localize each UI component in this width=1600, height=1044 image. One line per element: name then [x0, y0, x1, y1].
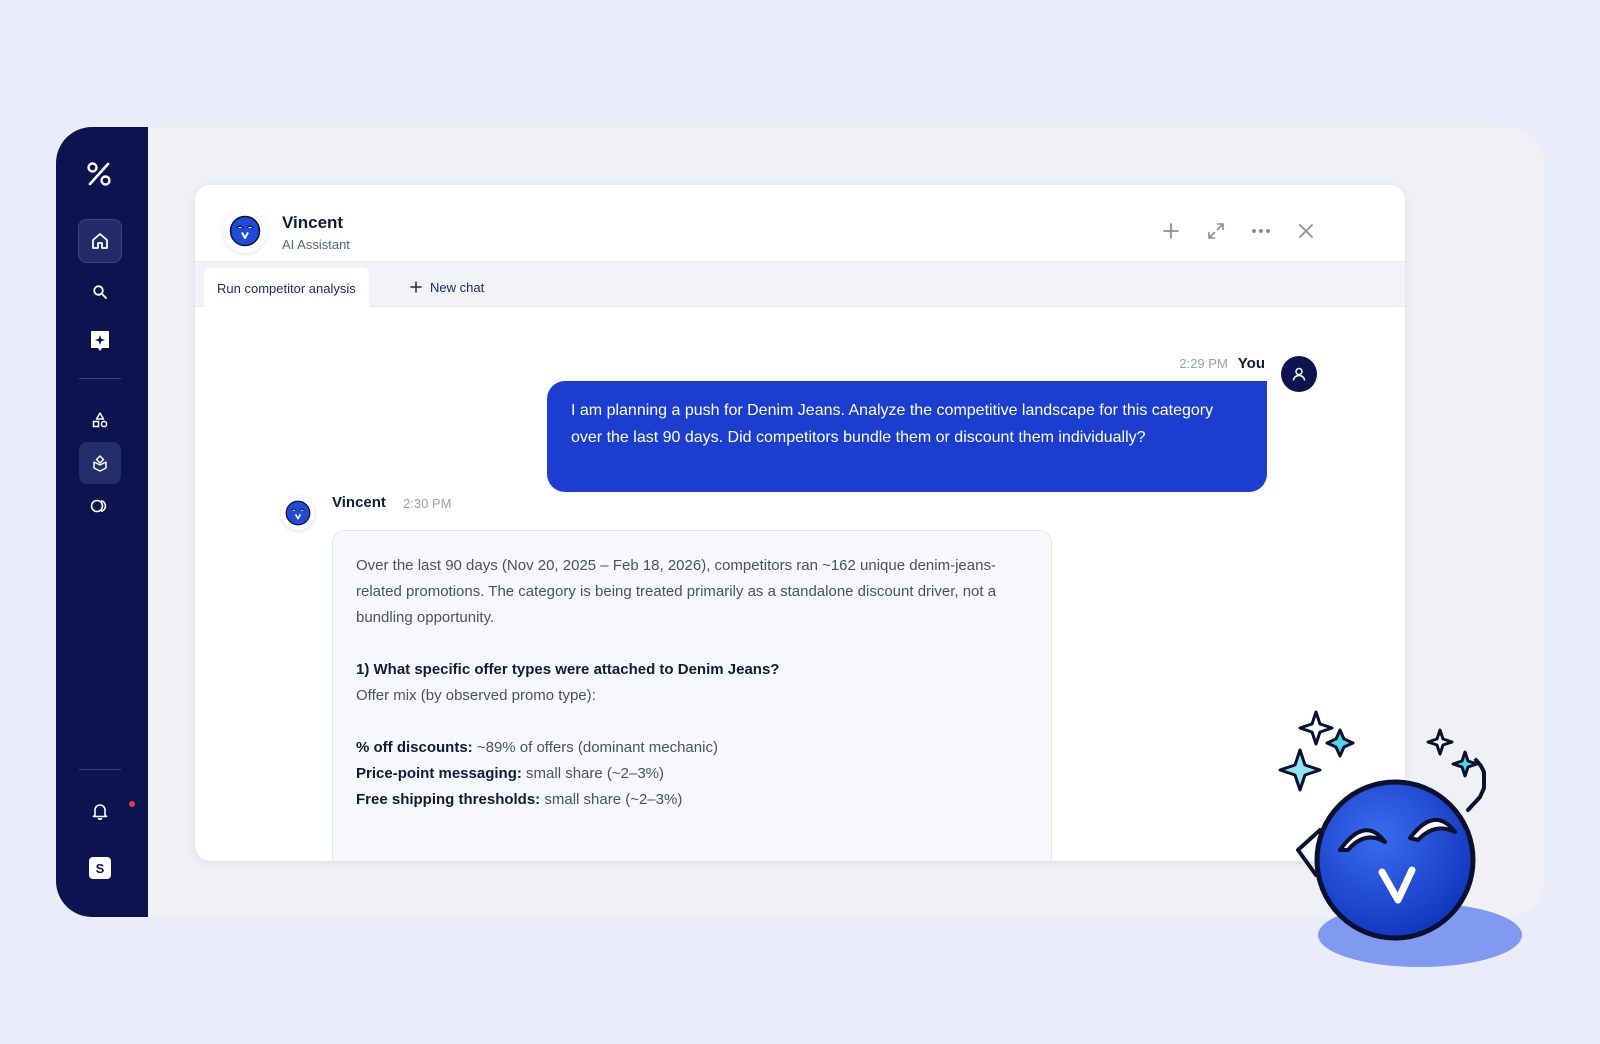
- sidebar-item-ai[interactable]: [79, 320, 121, 362]
- chat-header: Vincent AI Assistant: [195, 185, 1405, 261]
- sidebar-item-notifications[interactable]: [79, 790, 135, 832]
- assistant-avatar: [223, 209, 267, 253]
- notification-badge: [129, 801, 135, 807]
- bell-icon: [92, 804, 108, 820]
- chat-tabs: Run competitor analysis New chat: [195, 261, 1405, 308]
- user-message-author: You: [1237, 355, 1265, 372]
- bot-section-heading: 1) What specific offer types were attach…: [356, 661, 780, 678]
- bot-message-bubble: Over the last 90 days (Nov 20, 2025 – Fe…: [332, 530, 1052, 861]
- sidebar-divider: [79, 378, 121, 379]
- user-message-meta: 2:29 PM You: [1179, 355, 1265, 372]
- offer-item: Price-point messaging: small share (~2–3…: [356, 765, 665, 782]
- new-chat-tab-button[interactable]: New chat: [410, 274, 484, 300]
- offer-item: Free shipping thresholds: small share (~…: [356, 791, 683, 808]
- sidebar-item-search[interactable]: [79, 271, 121, 313]
- vincent-mascot-icon: [285, 500, 311, 526]
- sidebar-item-products[interactable]: [79, 442, 121, 484]
- assistant-subtitle: AI Assistant: [282, 237, 350, 252]
- sidebar-item-toggle[interactable]: [79, 485, 121, 527]
- more-options-button[interactable]: [1247, 217, 1275, 245]
- new-chat-button[interactable]: [1157, 217, 1185, 245]
- bot-message-avatar: [281, 496, 315, 530]
- expand-button[interactable]: [1202, 217, 1230, 245]
- expand-icon: [1208, 223, 1224, 239]
- box-icon: [93, 455, 107, 472]
- assistant-name: Vincent: [282, 213, 344, 232]
- user-icon: [1292, 367, 1306, 381]
- bot-section-sub: Offer mix (by observed promo type):: [356, 687, 596, 704]
- percent-icon[interactable]: [84, 159, 114, 194]
- vincent-mascot-illustration: [1278, 710, 1522, 967]
- toggle-icon: [90, 499, 107, 513]
- bot-message-intro: Over the last 90 days (Nov 20, 2025 – Fe…: [356, 557, 997, 626]
- plus-icon: [410, 281, 422, 293]
- user-avatar: [1281, 356, 1317, 392]
- bot-message-author: Vincent: [332, 494, 386, 511]
- bot-message-time: 2:30 PM: [403, 496, 452, 511]
- offer-item: % off discounts: ~89% of offers (dominan…: [356, 739, 718, 756]
- vincent-mascot-icon: [229, 215, 261, 247]
- tab-run-competitor-analysis[interactable]: Run competitor analysis: [204, 268, 369, 308]
- close-button[interactable]: [1292, 217, 1320, 245]
- search-icon: [93, 285, 107, 299]
- more-icon: [1252, 229, 1270, 233]
- sidebar: S: [56, 127, 148, 917]
- new-chat-label: New chat: [430, 279, 485, 295]
- user-message-bubble: I am planning a push for Denim Jeans. An…: [547, 381, 1267, 492]
- plus-icon: [1163, 223, 1179, 239]
- close-icon: [1299, 224, 1313, 238]
- shapes-icon: [92, 412, 108, 428]
- chat-panel: Vincent AI Assistant Run competitor anal…: [195, 185, 1405, 861]
- sidebar-item-home[interactable]: [78, 219, 122, 263]
- home-icon: [92, 233, 108, 249]
- sidebar-divider-bottom: [79, 769, 121, 770]
- sidebar-item-shapes[interactable]: [79, 399, 121, 441]
- user-message-time: 2:29 PM: [1179, 356, 1228, 371]
- user-profile-avatar[interactable]: S: [89, 857, 111, 879]
- sparkle-icon: [91, 331, 109, 351]
